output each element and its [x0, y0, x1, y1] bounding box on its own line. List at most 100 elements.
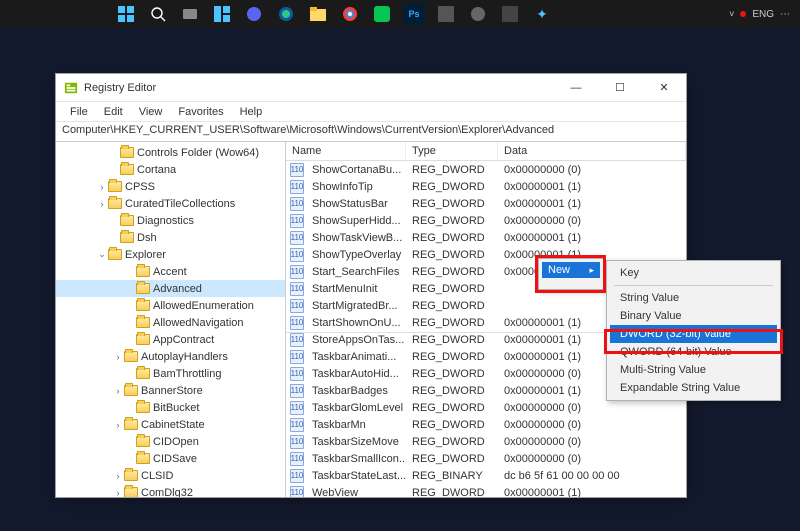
cell-name: StartShownOnU... [306, 317, 406, 329]
tree-item[interactable]: ›CabinetState [56, 416, 285, 433]
chevron-right-icon[interactable]: › [112, 488, 124, 498]
folder-icon [136, 283, 150, 294]
chevron-up-icon[interactable]: ˅ [729, 9, 734, 19]
chat-icon[interactable] [243, 3, 265, 25]
chrome-icon[interactable] [339, 3, 361, 25]
submenu-multistring[interactable]: Multi-String Value [610, 361, 777, 379]
photoshop-icon[interactable]: Ps [403, 3, 425, 25]
col-type[interactable]: Type [406, 142, 498, 160]
address-bar[interactable]: Computer\HKEY_CURRENT_USER\Software\Micr… [56, 122, 686, 142]
app-icon-2[interactable] [467, 3, 489, 25]
list-row[interactable]: 110ShowTaskViewB...REG_DWORD0x00000001 (… [286, 229, 686, 246]
regedit-icon [64, 81, 78, 95]
col-data[interactable]: Data [498, 142, 686, 160]
tree-item[interactable]: AllowedNavigation [56, 314, 285, 331]
taskview-icon[interactable] [179, 3, 201, 25]
app-icon-3[interactable] [499, 3, 521, 25]
cell-name: TaskbarBadges [306, 385, 406, 397]
line-icon[interactable] [371, 3, 393, 25]
tree-item-label: BamThrottling [153, 368, 221, 380]
list-row[interactable]: 110TaskbarMnREG_DWORD0x00000000 (0) [286, 416, 686, 433]
reg-value-icon: 110 [290, 214, 304, 228]
close-button[interactable]: ✕ [642, 74, 686, 102]
app-icon-1[interactable] [435, 3, 457, 25]
cell-type: REG_DWORD [406, 266, 498, 278]
folder-icon [124, 419, 138, 430]
tree-item[interactable]: ›AutoplayHandlers [56, 348, 285, 365]
context-submenu-new[interactable]: Key String Value Binary Value DWORD (32-… [606, 260, 781, 401]
chevron-right-icon[interactable]: › [112, 352, 124, 362]
file-explorer-icon[interactable] [307, 3, 329, 25]
menu-view[interactable]: View [131, 104, 171, 120]
chevron-right-icon[interactable]: › [96, 182, 108, 192]
maximize-button[interactable]: ☐ [598, 74, 642, 102]
tree-item[interactable]: ›ComDlg32 [56, 484, 285, 497]
submenu-dword32[interactable]: DWORD (32-bit) Value [610, 325, 777, 343]
chevron-right-icon[interactable]: › [96, 199, 108, 209]
tree-item[interactable]: ›CLSID [56, 467, 285, 484]
tree-item[interactable]: CIDSave [56, 450, 285, 467]
cell-name: TaskbarSizeMove [306, 436, 406, 448]
menu-file[interactable]: File [62, 104, 96, 120]
list-row[interactable]: 110WebViewREG_DWORD0x00000001 (1) [286, 484, 686, 497]
reg-value-icon: 110 [290, 469, 304, 483]
edge-icon[interactable] [275, 3, 297, 25]
tree-item[interactable]: Accent [56, 263, 285, 280]
cell-type: REG_DWORD [406, 215, 498, 227]
menu-edit[interactable]: Edit [96, 104, 131, 120]
search-icon[interactable] [147, 3, 169, 25]
list-row[interactable]: 110TaskbarSizeMoveREG_DWORD0x00000000 (0… [286, 433, 686, 450]
titlebar[interactable]: Registry Editor — ☐ ✕ [56, 74, 686, 102]
submenu-expandable[interactable]: Expandable String Value [610, 379, 777, 397]
minimize-button[interactable]: — [554, 74, 598, 102]
submenu-binary[interactable]: Binary Value [610, 307, 777, 325]
submenu-key[interactable]: Key [610, 264, 777, 282]
cell-name: TaskbarGlomLevel [306, 402, 406, 414]
folder-icon [124, 470, 138, 481]
tree-item[interactable]: BitBucket [56, 399, 285, 416]
list-row[interactable]: 110ShowInfoTipREG_DWORD0x00000001 (1) [286, 178, 686, 195]
folder-icon [120, 147, 134, 158]
tree-item-label: Dsh [137, 232, 157, 244]
list-row[interactable]: 110ShowSuperHidd...REG_DWORD0x00000000 (… [286, 212, 686, 229]
context-item-new[interactable]: New ▸ [542, 262, 600, 278]
chevron-right-icon[interactable]: › [112, 386, 124, 396]
tree-item[interactable]: ›CPSS [56, 178, 285, 195]
tree-item[interactable]: CIDOpen [56, 433, 285, 450]
submenu-qword64[interactable]: QWORD (64-bit) Value [610, 343, 777, 361]
list-row[interactable]: 110TaskbarStateLast...REG_BINARYdc b6 5f… [286, 467, 686, 484]
tray-lang[interactable]: ENG [752, 9, 774, 20]
col-name[interactable]: Name [286, 142, 406, 160]
context-menu-new[interactable]: New ▸ [538, 258, 604, 290]
chevron-right-icon[interactable]: › [112, 471, 124, 481]
tree-item[interactable]: Controls Folder (Wow64) [56, 144, 285, 161]
app-icon-4[interactable]: ✦ [531, 3, 553, 25]
tree-panel[interactable]: Controls Folder (Wow64)Cortana›CPSS›Cura… [56, 142, 286, 497]
widgets-icon[interactable] [211, 3, 233, 25]
tree-item[interactable]: AppContract [56, 331, 285, 348]
list-row[interactable]: 110TaskbarSmallIcon...REG_DWORD0x0000000… [286, 450, 686, 467]
tree-item[interactable]: Advanced [56, 280, 285, 297]
tray-more-icon[interactable]: ⋯ [780, 9, 790, 20]
menu-help[interactable]: Help [232, 104, 271, 120]
tree-item[interactable]: ⌄Explorer [56, 246, 285, 263]
tree-item-label: CIDSave [153, 453, 197, 465]
tree-item[interactable]: AllowedEnumeration [56, 297, 285, 314]
tree-item[interactable]: Diagnostics [56, 212, 285, 229]
chevron-right-icon[interactable]: › [112, 420, 124, 430]
chevron-down-icon[interactable]: ⌄ [96, 249, 108, 260]
list-row[interactable]: 110ShowStatusBarREG_DWORD0x00000001 (1) [286, 195, 686, 212]
list-row[interactable]: 110ShowCortanaBu...REG_DWORD0x00000000 (… [286, 161, 686, 178]
tree-item[interactable]: ›CuratedTileCollections [56, 195, 285, 212]
list-row[interactable]: 110TaskbarGlomLevelREG_DWORD0x00000000 (… [286, 399, 686, 416]
start-icon[interactable] [115, 3, 137, 25]
submenu-string[interactable]: String Value [610, 289, 777, 307]
tree-item[interactable]: BamThrottling [56, 365, 285, 382]
tree-item[interactable]: ›BannerStore [56, 382, 285, 399]
system-tray[interactable]: ˅ ENG ⋯ [729, 0, 790, 28]
menu-favorites[interactable]: Favorites [170, 104, 231, 120]
tree-item-label: Accent [153, 266, 187, 278]
folder-icon [108, 181, 122, 192]
tree-item[interactable]: Cortana [56, 161, 285, 178]
tree-item[interactable]: Dsh [56, 229, 285, 246]
